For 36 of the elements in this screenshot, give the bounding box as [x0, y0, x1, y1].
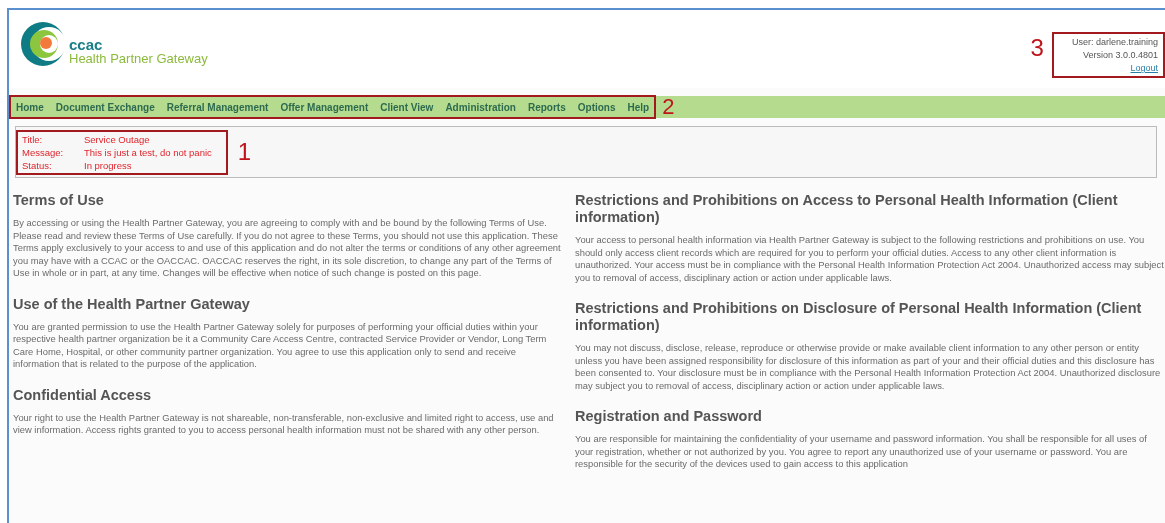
callout-number: 2: [662, 96, 675, 118]
logo-name: Health Partner Gateway: [69, 52, 208, 65]
alert-value: In progress: [84, 159, 133, 171]
section-text: By accessing or using the Health Partner Gateway, you are agreeing to comply with and be bound by the following Terms of Use. Please read and review these Terms of Use carefully. If you do not agree to these Terms, you should not use this application. These Terms apply exclusively to your access to and use of this application and do not alter the terms or conditions of any other agreement you may have with a CCAC or the OACCAC. OACCAC reserves the right, in its sole discretion, to change any part of the Terms of Use in whole or in part, at any time. Changes will be effective when notice of such change is posted on this page.: [13, 217, 561, 280]
user-name: User: darlene.training: [1071, 37, 1158, 47]
nav-link[interactable]: Client View: [380, 101, 434, 113]
section-heading: Use of the Health Partner Gateway: [13, 295, 251, 313]
logo-acronym: ccac: [69, 37, 104, 52]
nav-link[interactable]: Reports: [527, 101, 566, 113]
section-text: Your right to use the Health Partner Gateway is not shareable, non-transferable, non-exclusive and limited right to access, use and view information. Access rights granted to you to access personal health information must not be shared with any other person.: [13, 411, 555, 437]
section-text: You are granted permission to use the Health Partner Gateway solely for purposes of performing your official duties within your respective health partner organization be it a Community Care Access Centre, contracted Service Provider or Vendor, Long Term Care Home, Hospital, or other community partner organization. You agree to use this application only to send and receive information that is related to the purpose of the application.: [13, 320, 548, 371]
callout-number: 1: [237, 140, 252, 164]
alert-value: This is just a test, do not panic: [84, 146, 212, 158]
nav-link[interactable]: Offer Management: [280, 101, 369, 113]
nav-link[interactable]: Referral Management: [166, 101, 269, 113]
section-heading: Restrictions and Prohibitions on Disclosure of Personal Health Information (Client information): [575, 300, 1143, 334]
alert-value: Service Outage: [84, 133, 151, 145]
nav-link[interactable]: Home: [16, 101, 44, 113]
nav-link[interactable]: Help: [627, 101, 650, 113]
logout-link[interactable]: Logout: [1130, 63, 1158, 73]
section-text: Your access to personal health information via Health Partner Gateway is subject to the following restrictions and prohibitions on use. You should only access client records which are required for you to perform your official duties. Access to any other client information is unauthorized. Your access must be in compliance with the Personal Health Information Protection Act 2004. Unauthorized access may subject you to removal of access, disciplinary action or action under applicable laws.: [575, 234, 1165, 284]
logo-icon: [19, 20, 67, 68]
alert-label: Message:: [22, 146, 65, 158]
section-text: You are responsible for maintaining the confidentiality of your username and password information. You shall be responsible for all uses of your registration, whether or not authorized by you. You agree to report any unauthorized use of your username or password. You are responsible for the security of the devices used to gain access to this application: [575, 433, 1148, 471]
alert-label: Title:: [22, 133, 44, 145]
version-text: Version 3.0.0.4801: [1082, 50, 1158, 60]
section-heading: Terms of Use: [13, 192, 105, 209]
callout-number: 3: [1030, 36, 1044, 60]
alert-label: Status:: [22, 159, 53, 171]
section-heading: Restrictions and Prohibitions on Access to Personal Health Information (Client information): [575, 192, 1119, 226]
nav-link[interactable]: Administration: [445, 101, 516, 113]
nav-link[interactable]: Document Exchange: [55, 101, 155, 113]
section-heading: Confidential Access: [13, 386, 153, 404]
section-text: You may not discuss, disclose, release, reproduce or otherwise provide or make available client information to any other person or entity unless you have been assigned responsibility for disclosure of this information as part of your and their official duties and this disclosure has been consented to. Your disclosure must be in compliance with the Personal Health Information Protection Act 2004. Unauthorized disclosure may subject you to removal of access, disciplinary action or action under applicable laws.: [575, 342, 1162, 392]
section-heading: Registration and Password: [575, 408, 763, 425]
nav-link[interactable]: Options: [577, 101, 616, 113]
